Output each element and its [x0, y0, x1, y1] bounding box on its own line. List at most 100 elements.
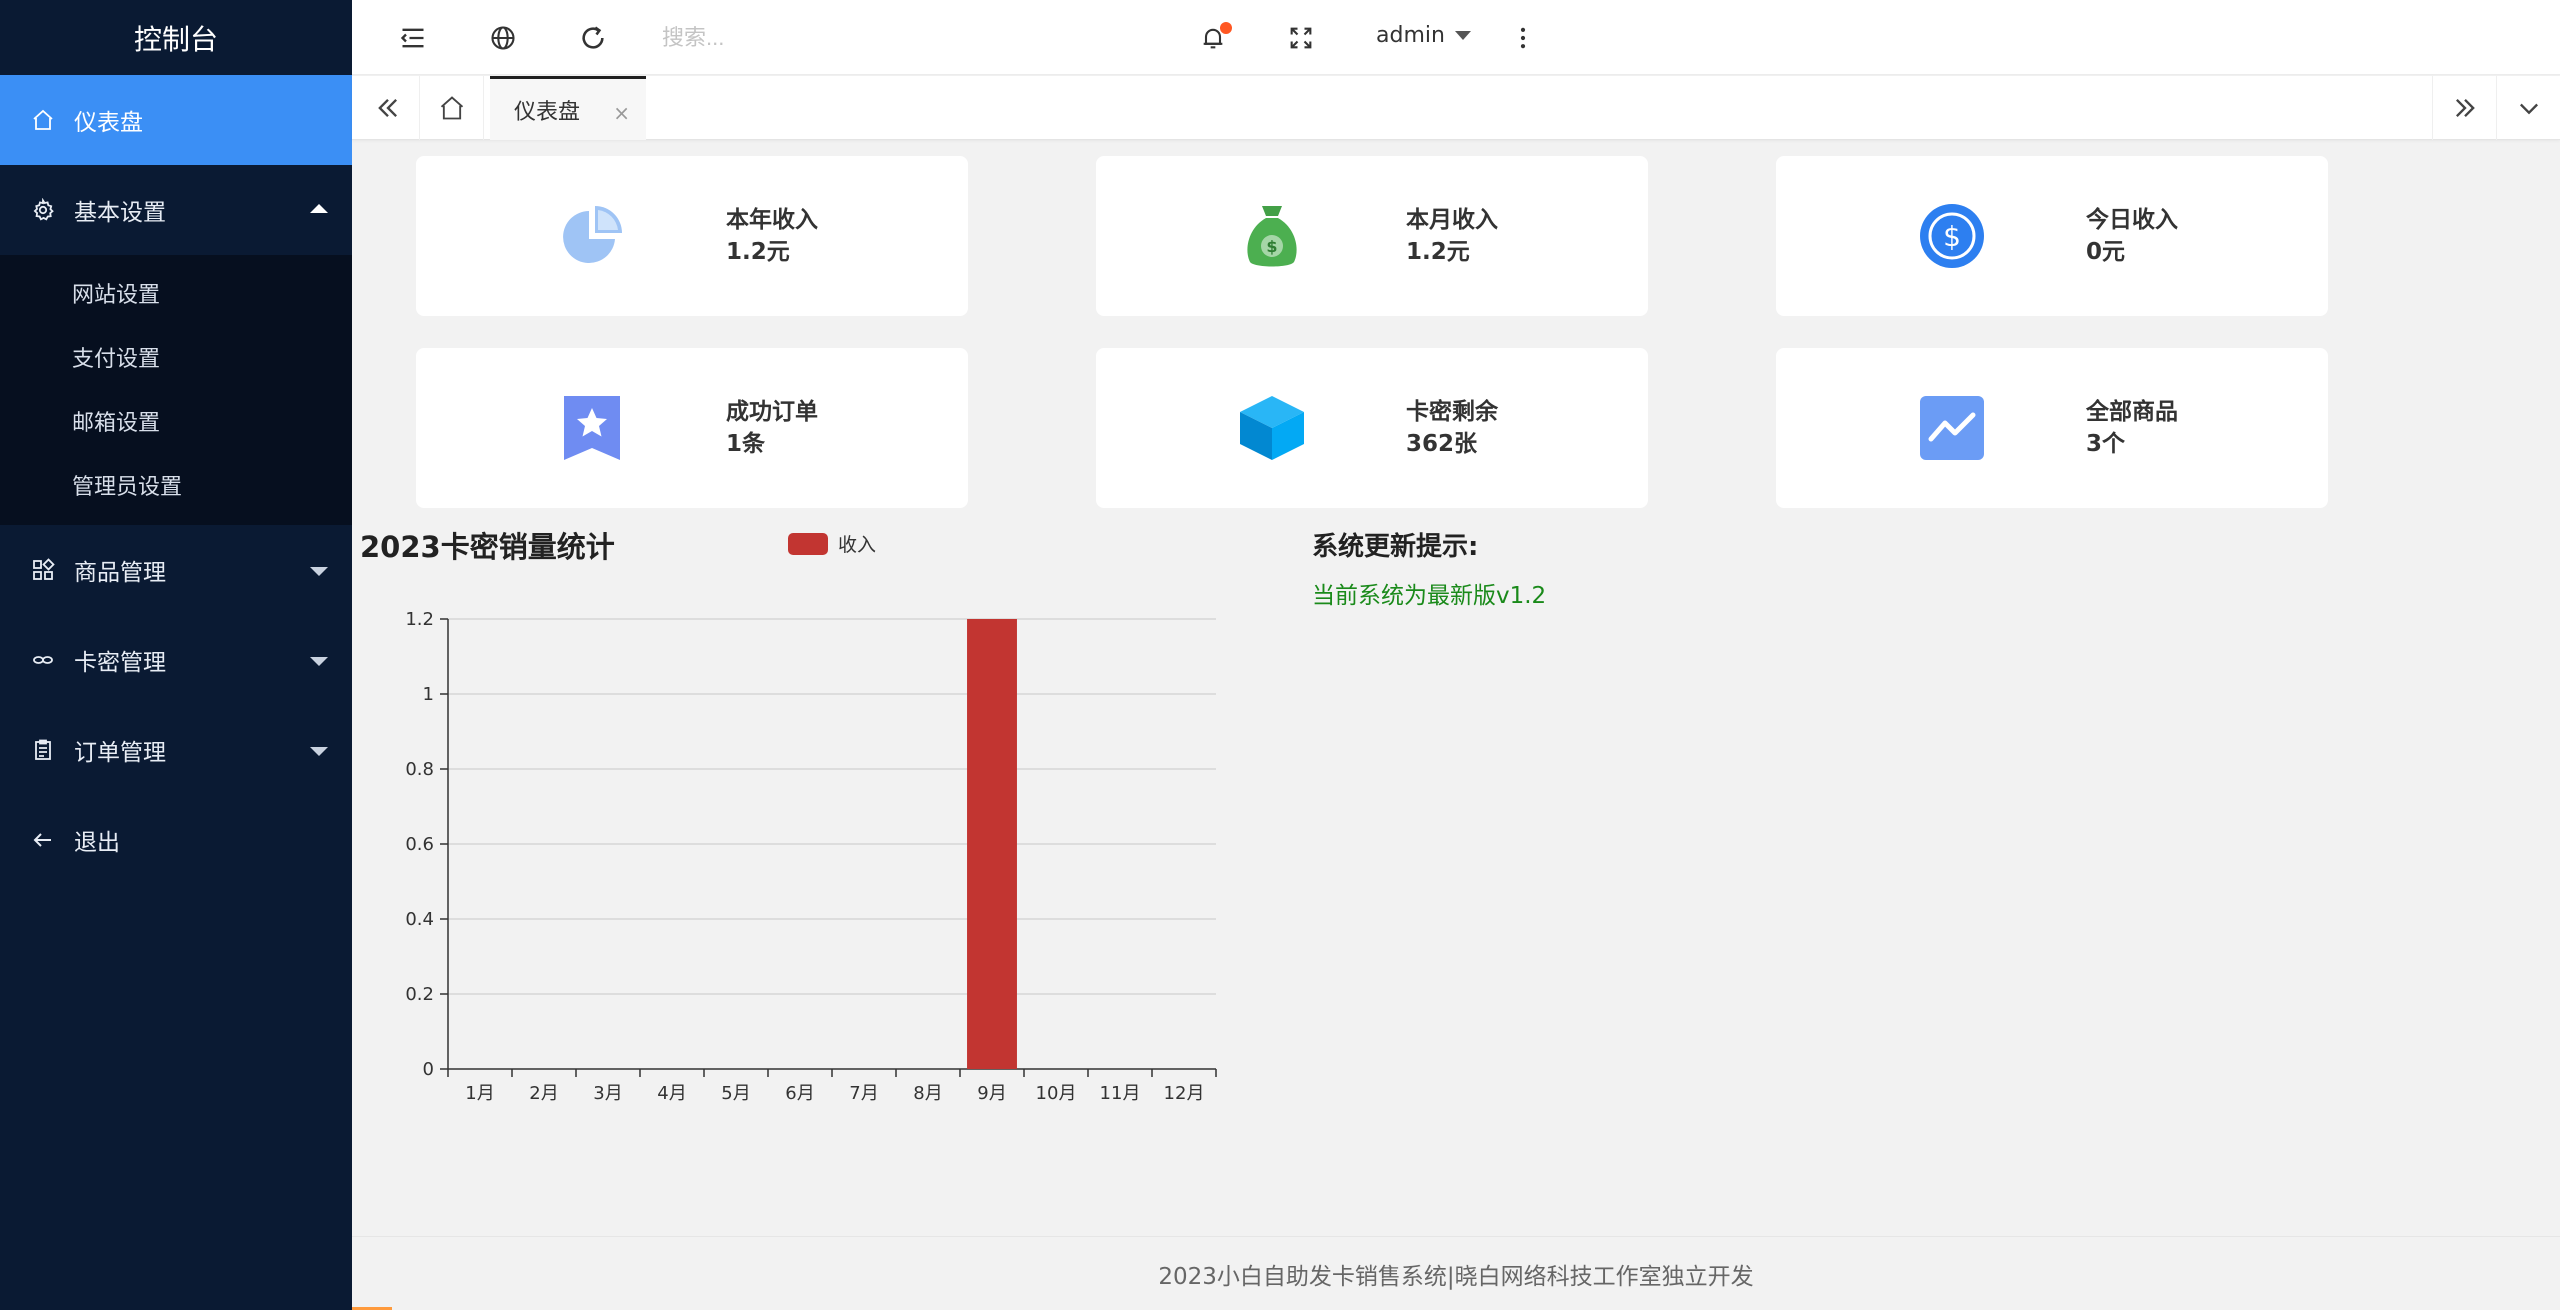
sidebar-item-email-settings[interactable]: 邮箱设置: [0, 389, 352, 453]
sidebar-item-label: 商品管理: [74, 560, 166, 586]
arrow-left-icon: [30, 827, 56, 853]
fullscreen-icon: [1290, 27, 1312, 48]
sales-bar-chart: 0 0.2 0.4 0.6 0.8 1 1.2 1月 2月 3月 4月 5月 6月 7月 8月 9月 10月 11…: [405, 609, 1217, 1104]
tab-dashboard[interactable]: 仪表盘 ×: [490, 76, 646, 140]
tab-options-button[interactable]: [2496, 76, 2560, 140]
y-tick-label: 0.2: [405, 984, 434, 1005]
stat-label: 卡密剩余: [1406, 399, 1498, 425]
gear-icon: [30, 197, 56, 223]
star-bookmark-icon: [556, 392, 628, 464]
chevron-down-icon: [310, 567, 328, 576]
clipboard-icon: [30, 737, 56, 763]
notification-button[interactable]: [1178, 0, 1248, 75]
y-tick-label: 0.4: [405, 909, 434, 930]
home-icon: [440, 96, 463, 120]
stat-value: 1条: [726, 431, 766, 457]
legend-label: 收入: [838, 534, 877, 556]
chart-legend[interactable]: 收入: [788, 530, 876, 557]
close-icon[interactable]: ×: [613, 101, 630, 125]
sidebar-item-card-management[interactable]: 卡密管理: [0, 615, 352, 705]
x-tick-label: 2月: [529, 1083, 558, 1104]
bar-9月: [967, 619, 1017, 1069]
x-tick-label: 12月: [1164, 1083, 1205, 1104]
sidebar-item-website-settings[interactable]: 网站设置: [0, 261, 352, 325]
stat-label: 成功订单: [726, 399, 818, 425]
stat-value: 362张: [1406, 431, 1478, 457]
sidebar-item-basic-settings[interactable]: 基本设置: [0, 165, 352, 255]
legend-swatch: [788, 532, 828, 555]
chevron-down-icon: [310, 657, 328, 666]
sidebar-item-label: 仪表盘: [74, 110, 143, 136]
footer: 2023小白自助发卡销售系统|晓白网络科技工作室独立开发: [352, 1236, 2560, 1310]
double-chevron-left-icon: [377, 99, 397, 117]
y-tick-label: 0.8: [405, 759, 434, 780]
stat-value: 0元: [2086, 239, 2126, 265]
trend-chart-icon: [1916, 392, 1988, 464]
pie-chart-icon: [556, 200, 628, 272]
stat-value: 1.2元: [726, 239, 790, 265]
x-tick-label: 3月: [593, 1083, 622, 1104]
tab-bar: 仪表盘 ×: [352, 76, 2560, 140]
sidebar-item-dashboard[interactable]: 仪表盘: [0, 75, 352, 165]
user-name: admin: [1376, 22, 1445, 48]
search-input[interactable]: [662, 18, 1062, 58]
sidebar-item-label: 卡密管理: [74, 650, 166, 676]
stat-label: 本月收入: [1406, 207, 1498, 233]
stat-label: 今日收入: [2086, 207, 2178, 233]
x-tick-label: 8月: [913, 1083, 942, 1104]
update-notice-text: 当前系统为最新版v1.2: [1312, 583, 1547, 609]
tab-home-button[interactable]: [420, 76, 484, 140]
y-tick-label: 0: [423, 1059, 434, 1080]
caret-down-icon: [1454, 30, 1471, 40]
x-tick-label: 6月: [785, 1083, 814, 1104]
svg-text:$: $: [1266, 237, 1277, 256]
stat-card-card-remaining: 卡密剩余 362张: [1096, 348, 1648, 508]
tab-scroll-right-button[interactable]: [2432, 76, 2496, 140]
sidebar-item-logout[interactable]: 退出: [0, 795, 352, 885]
more-vertical-icon: [1520, 27, 1526, 48]
stat-value: 1.2元: [1406, 239, 1470, 265]
brand-title: 控制台: [133, 22, 218, 56]
menu-toggle-button[interactable]: [378, 0, 448, 75]
sidebar-item-product-management[interactable]: 商品管理: [0, 525, 352, 615]
x-tick-label: 10月: [1036, 1083, 1077, 1104]
money-bag-icon: $: [1236, 200, 1308, 272]
y-tick-label: 1: [423, 684, 434, 705]
fullscreen-button[interactable]: [1266, 0, 1336, 75]
y-tick-label: 0.6: [405, 834, 434, 855]
globe-button[interactable]: [468, 0, 538, 75]
sidebar-item-order-management[interactable]: 订单管理: [0, 705, 352, 795]
sidebar-item-payment-settings[interactable]: 支付设置: [0, 325, 352, 389]
sidebar-item-admin-settings[interactable]: 管理员设置: [0, 453, 352, 517]
tab-label: 仪表盘: [514, 99, 581, 125]
x-tick-label: 1月: [465, 1083, 494, 1104]
notification-badge: [1220, 22, 1232, 34]
y-tick-label: 1.2: [405, 609, 434, 630]
x-tick-label: 9月: [977, 1083, 1006, 1104]
stat-card-year-income: 本年收入 1.2元: [416, 156, 968, 316]
tab-scroll-left-button[interactable]: [356, 76, 420, 140]
stat-label: 全部商品: [2086, 399, 2178, 425]
footer-text: 2023小白自助发卡销售系统|晓白网络科技工作室独立开发: [1158, 1263, 1754, 1290]
stat-card-month-income: $ 本月收入 1.2元: [1096, 156, 1648, 316]
update-notice-title: 系统更新提示:: [1312, 532, 1479, 562]
submenu-basic-settings: 网站设置 支付设置 邮箱设置 管理员设置: [0, 255, 352, 525]
chevron-down-icon: [2519, 103, 2538, 115]
stat-label: 本年收入: [726, 207, 818, 233]
sidebar-item-label: 订单管理: [74, 740, 166, 766]
more-button[interactable]: [1488, 0, 1558, 75]
dollar-coin-icon: $: [1916, 200, 1988, 272]
chart-title: 2023卡密销量统计: [360, 530, 615, 564]
refresh-button[interactable]: [558, 0, 628, 75]
user-menu[interactable]: admin: [1376, 0, 1471, 70]
x-tick-label: 11月: [1100, 1083, 1141, 1104]
top-header: admin: [352, 0, 2560, 75]
stat-value: 3个: [2086, 431, 2126, 457]
stat-card-success-orders: 成功订单 1条: [416, 348, 968, 508]
sidebar-item-label: 退出: [74, 830, 120, 856]
home-icon: [30, 107, 56, 133]
svg-text:$: $: [1943, 220, 1961, 253]
stat-card-today-income: $ 今日收入 0元: [1776, 156, 2328, 316]
cube-icon: [1236, 392, 1308, 464]
x-tick-label: 5月: [721, 1083, 750, 1104]
